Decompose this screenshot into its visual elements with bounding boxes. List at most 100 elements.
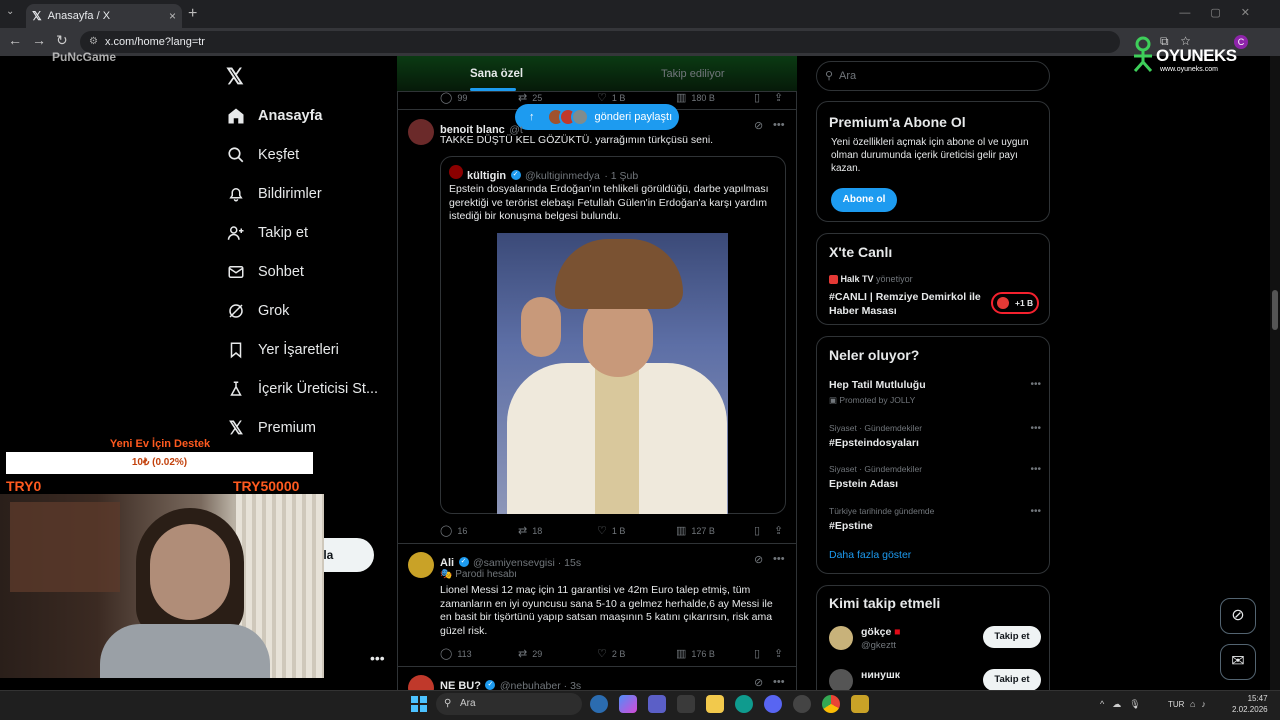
more-options-icon[interactable]: ••• [1030, 423, 1041, 434]
new-posts-pill[interactable]: ↑ gönderi paylaştı [515, 104, 679, 130]
quote-time: · 1 Şub [604, 170, 639, 182]
share-button[interactable]: ⇪ [774, 647, 788, 660]
more-options-icon[interactable]: ••• [1030, 506, 1041, 517]
system-tray[interactable]: ^☁🎙 [1100, 699, 1149, 710]
reply-count[interactable]: ◯ 16 [440, 524, 467, 537]
sidebar-item-creator-studio[interactable]: İçerik Üreticisi St... [226, 379, 378, 399]
view-count[interactable]: ▥ 180 B [676, 91, 715, 104]
quote-author-name: kültigin [467, 170, 507, 182]
taskbar-clock[interactable]: 15:47 2.02.2026 [1232, 693, 1268, 715]
widgets-icon[interactable] [677, 695, 695, 713]
live-host[interactable]: Halk TV yönetiyor [829, 274, 913, 285]
tab-close-icon[interactable]: × [169, 9, 176, 23]
window-controls[interactable]: —▢✕ [1179, 6, 1270, 19]
like-count[interactable]: ♡ 1 B [597, 524, 625, 537]
search-input[interactable]: ⚲ Ara [816, 61, 1050, 91]
grok-icon[interactable]: ⊘ [754, 676, 763, 689]
windows-start-icon[interactable] [411, 696, 427, 712]
language-indicator[interactable]: TUR [1168, 700, 1184, 709]
sidebar-item-home[interactable]: Anasayfa [226, 106, 322, 126]
grok-icon[interactable]: ⊘ [754, 553, 763, 566]
tweet-author-handle[interactable]: @samiyensevgisi · 15s [473, 557, 581, 569]
sidebar-item-bookmarks[interactable]: Yer İşaretleri [226, 340, 339, 360]
trend-item[interactable]: Siyaset · Gündemdekiler Epstein Adası ••… [829, 464, 1041, 490]
quote-photo[interactable] [497, 233, 728, 514]
trend-item[interactable]: Türkiye tarihinde gündemde #Epstine ••• [829, 506, 1041, 532]
site-info-icon[interactable]: ⚙ [89, 36, 98, 47]
tab-following[interactable]: Takip ediliyor [661, 68, 725, 80]
taskview-icon[interactable] [590, 695, 608, 713]
messages-fab[interactable]: ✉ [1220, 644, 1256, 680]
like-count[interactable]: ♡ 1 B [597, 91, 625, 104]
live-listeners-badge[interactable]: +1 B [991, 292, 1039, 314]
trend-item[interactable]: Hep Tatil Mutluluğu ▣ Promoted by JOLLY … [829, 379, 1041, 406]
show-more-link[interactable]: Daha fazla göster [829, 549, 911, 561]
retweet-count[interactable]: ⇄ 18 [518, 524, 542, 537]
reply-count[interactable]: ◯ 99 [440, 91, 467, 104]
tab-for-you[interactable]: Sana özel [470, 68, 523, 80]
teams-icon[interactable] [648, 695, 666, 713]
view-count[interactable]: ▥ 176 B [676, 647, 715, 660]
subscribe-button[interactable]: Abone ol [831, 188, 897, 212]
follow-button[interactable]: Takip et [983, 669, 1041, 691]
retweet-count[interactable]: ⇄ 25 [518, 91, 542, 104]
nav-buttons[interactable]: ←→↻ [8, 32, 78, 49]
retweet-icon: ⇄ [518, 92, 528, 104]
bookmark-button[interactable]: ▯ [754, 91, 765, 104]
tweet-author-name[interactable]: Ali [440, 557, 454, 569]
sidebar-item-label: Yer İşaretleri [258, 342, 339, 358]
like-count[interactable]: ♡ 2 B [597, 647, 625, 660]
copilot-icon[interactable] [619, 695, 637, 713]
chrome-icon[interactable] [822, 695, 840, 713]
verified-badge-icon: ✓ [485, 679, 496, 690]
retweet-count-text: 18 [532, 525, 543, 536]
account-more-icon[interactable]: ••• [370, 650, 385, 666]
scrollbar[interactable] [1270, 56, 1280, 690]
more-options-icon[interactable]: ••• [1030, 464, 1041, 475]
back-icon[interactable]: ← [8, 32, 32, 48]
sidebar-item-notifications[interactable]: Bildirimler [226, 184, 322, 204]
photo-fur-hat [555, 239, 683, 309]
tray-network-volume-icons[interactable]: ⌂♪ [1190, 699, 1212, 709]
bookmark-button[interactable]: ▯ [754, 524, 765, 537]
file-explorer-icon[interactable] [706, 695, 724, 713]
new-tab-button[interactable]: + [188, 5, 197, 23]
grok-fab[interactable]: ⊘ [1220, 598, 1256, 634]
sidebar-item-follow[interactable]: Takip et [226, 223, 308, 243]
bookmark-button[interactable]: ▯ [754, 647, 765, 660]
scrollbar-thumb[interactable] [1272, 290, 1278, 330]
edge-icon[interactable] [735, 695, 753, 713]
obs-icon[interactable] [793, 695, 811, 713]
more-options-icon[interactable]: ••• [1030, 379, 1041, 390]
x-logo-icon[interactable]: 𝕏 [226, 64, 244, 90]
follow-suggestion[interactable]: gökçe ■ @gkeztt Takip et [829, 626, 1041, 652]
address-bar[interactable]: ⚙ x.com/home?lang=tr [80, 31, 1120, 53]
taskbar-search[interactable]: ⚲ Ara [436, 693, 582, 715]
share-icon: ⇪ [774, 92, 784, 104]
reply-count[interactable]: ◯ 113 [440, 647, 472, 660]
more-options-icon[interactable]: ••• [773, 676, 785, 688]
app-icon[interactable] [851, 695, 869, 713]
view-count[interactable]: ▥ 127 B [676, 524, 715, 537]
grok-icon[interactable]: ⊘ [754, 119, 763, 132]
forward-icon[interactable]: → [32, 32, 56, 48]
sidebar-item-explore[interactable]: Keşfet [226, 145, 299, 165]
avatar[interactable] [408, 119, 434, 145]
trend-item[interactable]: Siyaset · Gündemdekiler #Epsteindosyalar… [829, 423, 1041, 449]
sidebar-item-premium[interactable]: 𝕏 Premium [226, 418, 316, 438]
avatar[interactable] [408, 552, 434, 578]
tab-list-icon[interactable]: ⌄ [6, 6, 14, 17]
avatar [829, 626, 853, 650]
discord-icon[interactable] [764, 695, 782, 713]
browser-tab[interactable]: 𝕏 Anasayfa / X × [26, 4, 182, 28]
sidebar-item-chat[interactable]: Sohbet [226, 262, 304, 282]
retweet-count[interactable]: ⇄ 29 [518, 647, 542, 660]
more-options-icon[interactable]: ••• [773, 119, 785, 131]
reload-icon[interactable]: ↻ [56, 32, 78, 48]
live-stream-title[interactable]: #CANLI | Remziye Demirkol ile Haber Masa… [829, 290, 989, 318]
share-button[interactable]: ⇪ [774, 524, 788, 537]
more-options-icon[interactable]: ••• [773, 553, 785, 565]
share-button[interactable]: ⇪ [774, 91, 788, 104]
sidebar-item-grok[interactable]: Grok [226, 301, 289, 321]
follow-button[interactable]: Takip et [983, 626, 1041, 648]
